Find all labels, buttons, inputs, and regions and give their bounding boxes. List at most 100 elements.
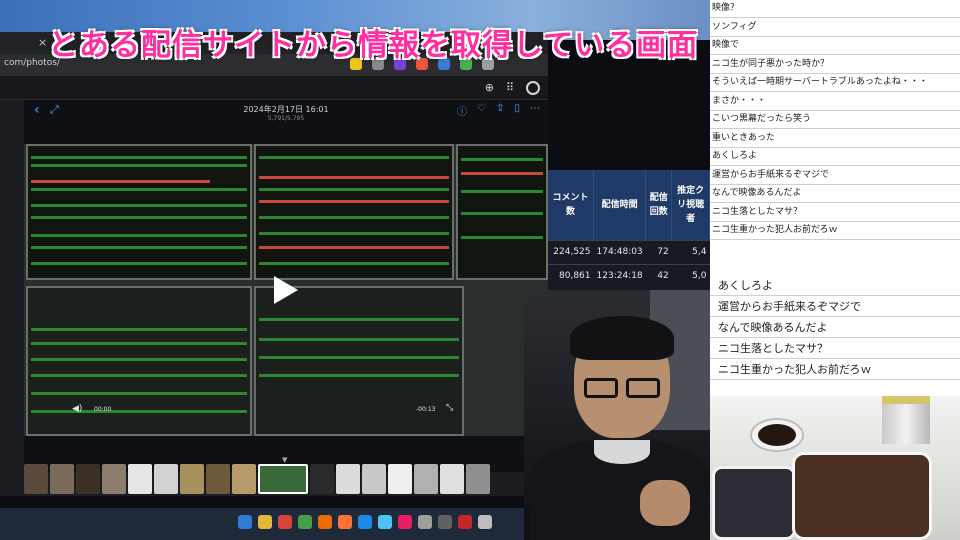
time-remaining: -00:13 xyxy=(416,406,436,413)
thumbnail[interactable] xyxy=(310,464,334,494)
comment-line: 運営からお手紙来るぞマジで xyxy=(710,297,960,317)
thumbnail[interactable] xyxy=(76,464,100,494)
app-icon[interactable] xyxy=(418,515,432,529)
avatar[interactable] xyxy=(526,81,540,95)
thumbnail[interactable] xyxy=(336,464,360,494)
comment-line: 映像？ xyxy=(710,0,960,18)
add-icon[interactable]: ⊕ xyxy=(485,81,494,95)
comment-list-top: 映像？ ソンフィグ 映像で ニコ生が同子悪かった時か？ そういえば一時期サーバートラブル… xyxy=(710,0,960,255)
comment-line: ニコ生落としたマサ？ xyxy=(710,204,960,222)
heart-icon[interactable]: ♡ xyxy=(477,103,486,118)
plate-left xyxy=(712,466,796,540)
comment-line: ニコ生が同子悪かった時か？ xyxy=(710,56,960,74)
stats-table: コメント数 配信時間 配信回数 推定クリ視聴者 224,525 174:48:0… xyxy=(548,170,710,288)
food-webcam xyxy=(710,396,960,540)
can-lid xyxy=(882,396,930,404)
comment-line: ニコ生重かった犯人お前だろｗ xyxy=(710,360,960,380)
thumbnail[interactable] xyxy=(466,464,490,494)
monitor-image xyxy=(26,144,252,280)
start-icon[interactable] xyxy=(238,515,252,529)
streamer-webcam xyxy=(524,290,710,540)
table-cell: 174:48:03 xyxy=(593,239,646,264)
chrome-icon[interactable] xyxy=(298,515,312,529)
volume-icon[interactable]: ◀) xyxy=(72,404,82,414)
info-icon[interactable]: ⓘ xyxy=(457,103,467,118)
table-cell: 42 xyxy=(645,263,672,288)
comment-line: ニコ生重かった犯人お前だろｗ xyxy=(710,222,960,240)
comment-line: ニコ生落としたマサ？ xyxy=(710,339,960,359)
comment-line: なんで映像あるんだよ xyxy=(710,185,960,203)
table-header-row: コメント数 配信時間 配信回数 推定クリ視聴者 xyxy=(548,170,710,240)
video-frame[interactable] xyxy=(24,144,548,436)
firefox-icon[interactable] xyxy=(338,515,352,529)
table-cell: 72 xyxy=(645,239,672,264)
thumbnail[interactable] xyxy=(128,464,152,494)
thumbnail[interactable] xyxy=(206,464,230,494)
browser-icon[interactable] xyxy=(278,515,292,529)
apps-grid-icon[interactable]: ⠿ xyxy=(506,81,514,95)
thumbnail[interactable] xyxy=(388,464,412,494)
comment-line: まさか・・・ xyxy=(710,93,960,111)
time-elapsed: 00:00 xyxy=(94,406,112,413)
column-header: 配信回数 xyxy=(645,170,673,240)
column-header: コメント数 xyxy=(548,170,595,240)
table-row: 80,861 123:24:18 42 5,0 xyxy=(548,263,710,288)
trash-icon[interactable]: ▯ xyxy=(514,103,520,118)
thumbnail[interactable] xyxy=(154,464,178,494)
viewer-header: ‹ ⤢ 2024年2月17日 16:01 5,791/5,795 ⓘ ♡ ⇪ ▯… xyxy=(24,100,548,140)
comment-line: あくしろよ xyxy=(710,148,960,166)
thumbnail[interactable] xyxy=(24,464,48,494)
thumbnail[interactable] xyxy=(180,464,204,494)
store-icon[interactable] xyxy=(358,515,372,529)
streamer-hand xyxy=(640,480,690,526)
table-row: 224,525 174:48:03 72 5,4 xyxy=(548,239,710,264)
thumbnail[interactable] xyxy=(50,464,74,494)
picture-in-picture-icon[interactable]: ⤡ xyxy=(446,403,453,413)
app-icon[interactable] xyxy=(478,515,492,529)
play-icon[interactable] xyxy=(274,276,298,304)
column-header: 推定クリ視聴者 xyxy=(671,170,710,240)
thumbnail-selected[interactable] xyxy=(258,464,308,494)
stream-screen: × + com/photos/ ⊕ ⠿ ‹ ⤢ 2024年2月17日 16:01… xyxy=(0,0,960,540)
thumbnail[interactable] xyxy=(440,464,464,494)
file-explorer-icon[interactable] xyxy=(258,515,272,529)
table-cell: 5,0 xyxy=(671,263,710,288)
thumbnail[interactable] xyxy=(102,464,126,494)
thumbnail[interactable] xyxy=(362,464,386,494)
comment-line: 運営からお手紙来るぞマジで xyxy=(710,167,960,185)
app-icon[interactable] xyxy=(458,515,472,529)
comment-line: あくしろよ xyxy=(710,276,960,296)
chevron-down-icon[interactable]: ▼ xyxy=(282,456,287,464)
comment-line: 映像で xyxy=(710,37,960,55)
browser-window: × + com/photos/ ⊕ ⠿ ‹ ⤢ 2024年2月17日 16:01… xyxy=(0,32,548,496)
thumbnail-strip xyxy=(24,464,524,496)
upload-icon[interactable]: ⇪ xyxy=(496,103,504,118)
table-cell: 123:24:18 xyxy=(593,263,646,288)
top-right-icons: ⊕ ⠿ xyxy=(485,81,540,95)
brave-icon[interactable] xyxy=(318,515,332,529)
app-icon[interactable] xyxy=(398,515,412,529)
table-cell: 80,861 xyxy=(548,263,594,288)
taskbar-icons xyxy=(238,515,492,529)
comment-line: ソンフィグ xyxy=(710,19,960,37)
more-icon[interactable]: ⋯ xyxy=(530,103,540,118)
photos-top-bar: ⊕ ⠿ xyxy=(0,76,548,100)
app-icon[interactable] xyxy=(378,515,392,529)
comment-line: そういえば一時期サーバートラブルあったよね・・・ xyxy=(710,74,960,92)
tab-close-icon[interactable]: × xyxy=(38,36,47,49)
thumbnail[interactable] xyxy=(232,464,256,494)
table-cell: 224,525 xyxy=(548,239,594,264)
column-header: 配信時間 xyxy=(593,170,647,240)
streamer-collar xyxy=(594,440,650,464)
sauce xyxy=(758,424,796,446)
comment-panel-gap xyxy=(710,255,960,276)
thumbnail[interactable] xyxy=(414,464,438,494)
comment-list-overlay: あくしろよ 運営からお手紙来るぞマジで なんで映像あるんだよ ニコ生落としたマサ？ ニコ… xyxy=(710,276,960,396)
caption-overlay: とある配信サイトから情報を取得している画面 xyxy=(48,28,699,63)
app-icon[interactable] xyxy=(438,515,452,529)
photo-viewer: ‹ ⤢ 2024年2月17日 16:01 5,791/5,795 ⓘ ♡ ⇪ ▯… xyxy=(24,100,548,472)
stats-table-panel: コメント数 配信時間 配信回数 推定クリ視聴者 224,525 174:48:0… xyxy=(548,170,710,294)
comment-line: こいつ黒幕だったら笑う xyxy=(710,111,960,129)
monitor-image xyxy=(254,144,454,280)
comment-line: なんで映像あるんだよ xyxy=(710,318,960,338)
